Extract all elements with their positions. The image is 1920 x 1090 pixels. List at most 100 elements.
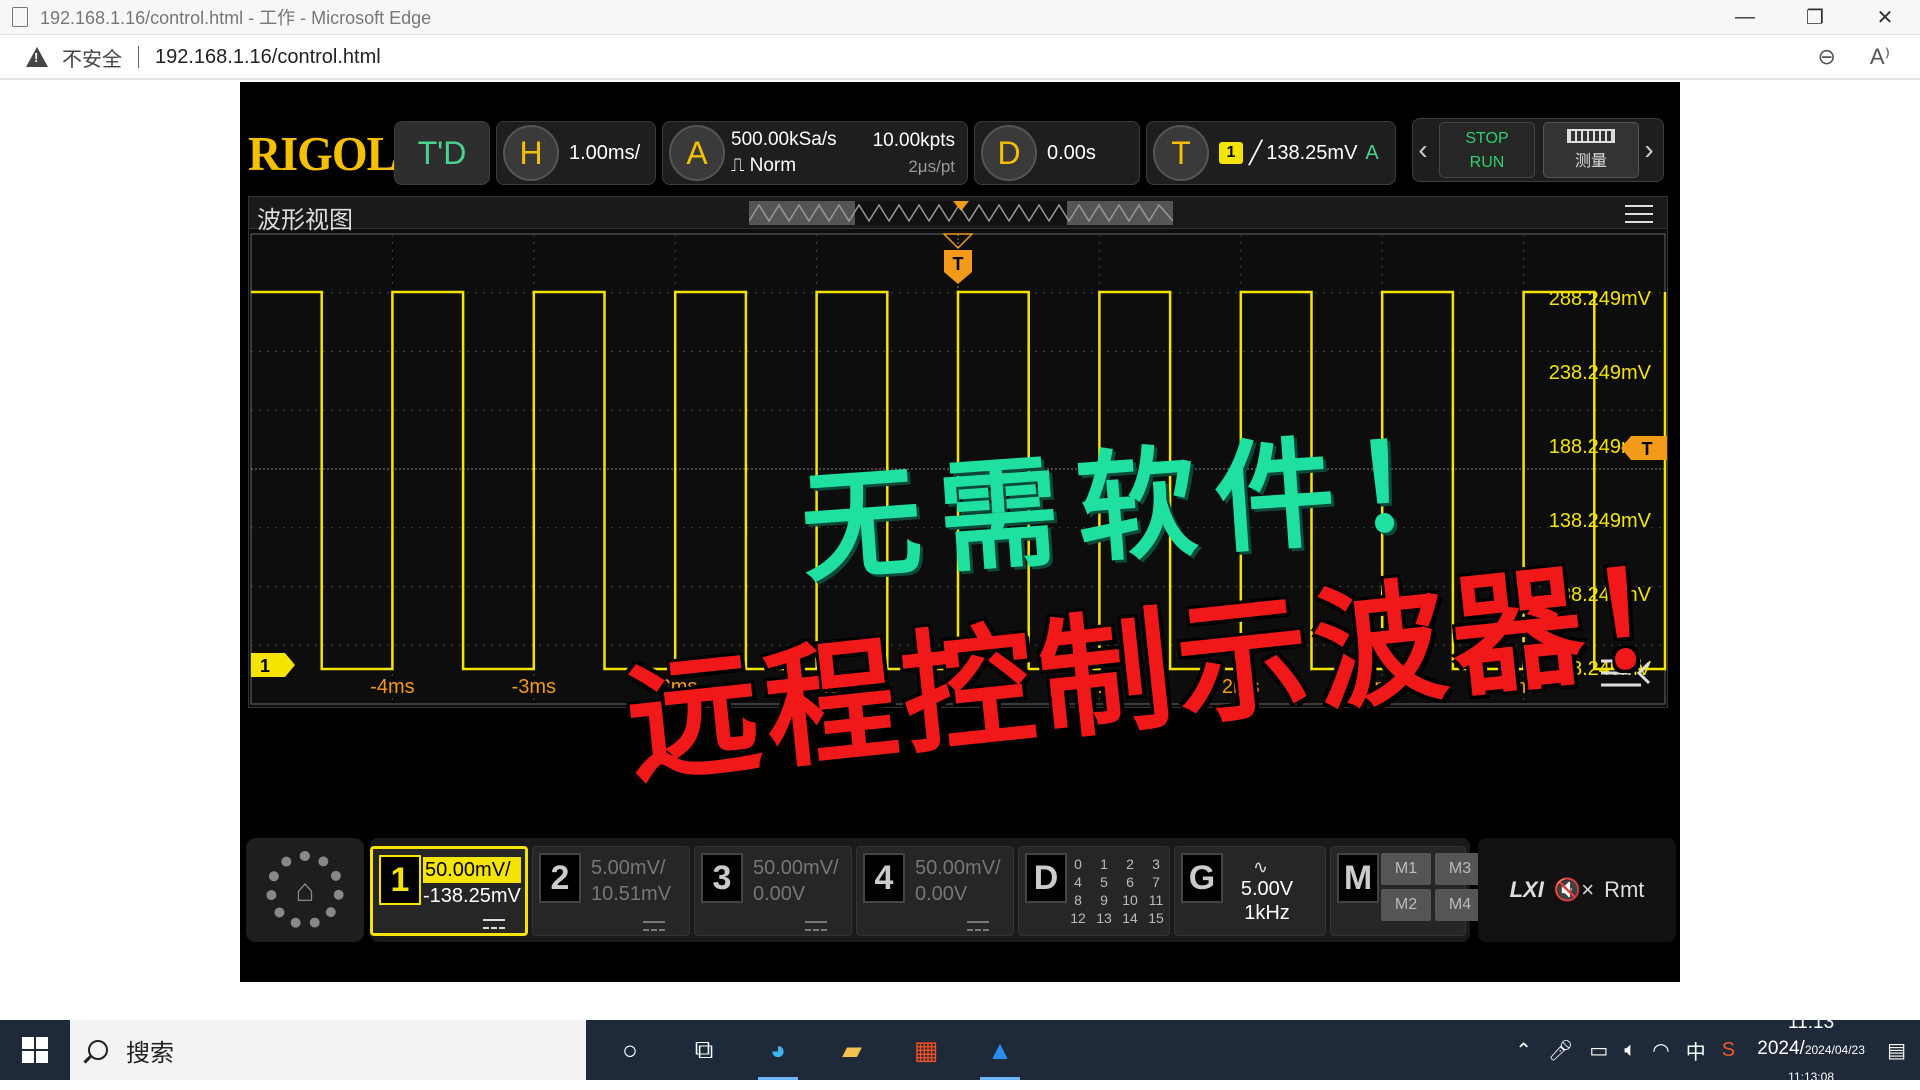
- channel-1-box[interactable]: 1 50.00mV/ -138.25mV: [370, 846, 528, 936]
- digital-bit-label: 8: [1074, 892, 1082, 908]
- windows-logo-icon: [22, 1037, 48, 1063]
- math-box[interactable]: M M1 M3 M2 M4: [1330, 846, 1485, 936]
- mode-button[interactable]: T'D: [394, 121, 490, 185]
- digital-bits: 0 1 2 3 4 5 6 7 8 9 10 11 12 13 14 15: [1065, 855, 1169, 927]
- clock-date: 2024/: [1757, 1038, 1805, 1059]
- math-slot-m1[interactable]: M1: [1381, 853, 1431, 885]
- search-placeholder: 搜索: [126, 1039, 174, 1067]
- dc-coupling-icon: [483, 919, 505, 929]
- battery-icon[interactable]: ▭: [1589, 1038, 1608, 1063]
- dc-coupling-icon: [643, 921, 665, 931]
- remote-indicator: Rmt: [1604, 877, 1645, 902]
- measure-button[interactable]: 测量: [1543, 122, 1639, 178]
- trigger-level-label: T: [1642, 439, 1653, 459]
- digital-bit-label: 3: [1152, 856, 1160, 872]
- channel-number: 3: [701, 853, 743, 903]
- security-label[interactable]: 不安全: [62, 43, 122, 72]
- generator-label: G: [1181, 853, 1223, 903]
- generator-box[interactable]: G ∿ 5.00V 1kHz: [1174, 846, 1326, 936]
- channel-2-box[interactable]: 2 5.00mV/ 10.51mV: [532, 846, 690, 936]
- wifi-icon[interactable]: ◠: [1652, 1038, 1669, 1063]
- trigger-panel[interactable]: T 1 ╱ 138.25mV A: [1146, 121, 1396, 185]
- digital-bit-label: 5: [1100, 874, 1108, 890]
- mute-icon[interactable]: 🔇×: [1554, 877, 1594, 903]
- digital-bit-label: 10: [1122, 892, 1138, 908]
- x-axis-label: -4ms: [370, 676, 414, 698]
- y-axis-label: 238.249mV: [1549, 362, 1652, 384]
- channel-1-marker-icon: [251, 653, 295, 677]
- chevron-up-icon[interactable]: ⌃: [1515, 1038, 1532, 1063]
- edge-icon[interactable]: ◕: [752, 1024, 804, 1080]
- address-bar: 不安全 192.168.1.16/control.html ⊖ A⁾: [0, 36, 1920, 80]
- ime-indicator[interactable]: 中: [1686, 1036, 1706, 1065]
- channel-offset: 0.00V: [915, 883, 968, 905]
- channel-offset: 0.00V: [753, 883, 806, 905]
- channel-scale: 5.00mV/: [591, 857, 666, 879]
- photos-icon[interactable]: ▲: [974, 1024, 1026, 1080]
- start-button[interactable]: [0, 1020, 70, 1080]
- taskbar-search[interactable]: 搜索: [70, 1020, 586, 1080]
- channel-1-marker-label: 1: [260, 656, 270, 676]
- sample-interval: 2μs/pt: [908, 157, 955, 176]
- measure-label: 测量: [1574, 153, 1607, 170]
- digital-box[interactable]: D 0 1 2 3 4 5 6 7 8 9 10 11 12 13 14 15: [1018, 846, 1170, 936]
- zoom-icon[interactable]: ⊖: [1817, 44, 1835, 70]
- channel-3-box[interactable]: 3 50.00mV/ 0.00V: [694, 846, 852, 936]
- cortana-icon[interactable]: ○: [604, 1024, 656, 1076]
- digital-bit-label: 4: [1074, 874, 1082, 890]
- warning-icon[interactable]: [26, 47, 48, 67]
- horizontal-panel[interactable]: H 1.00ms/: [496, 121, 656, 185]
- task-view-icon[interactable]: ⧉: [678, 1024, 730, 1076]
- acquire-panel[interactable]: A 500.00kSa/s ⎍ Norm 10.00kpts 2μs/pt: [662, 121, 968, 185]
- clock-time: 11:13: [1788, 1012, 1835, 1033]
- close-button[interactable]: ✕: [1850, 0, 1920, 35]
- store-icon[interactable]: ▦: [900, 1024, 952, 1076]
- channel-scale: 50.00mV/: [423, 857, 521, 883]
- horizontal-icon: H: [503, 125, 559, 181]
- prev-arrow-icon[interactable]: ‹: [1413, 134, 1433, 166]
- run-label: RUN: [1469, 154, 1505, 171]
- address-separator: [138, 46, 139, 68]
- notification-icon[interactable]: ▤: [1887, 1038, 1906, 1063]
- volume-icon[interactable]: 🔈︎: [1624, 1039, 1636, 1062]
- taskbar-clock[interactable]: 11:13 2024/2024/04/23 11:13:08: [1751, 1010, 1871, 1090]
- url-field[interactable]: 192.168.1.16/control.html: [155, 46, 381, 69]
- generator-amplitude: 5.00V: [1240, 878, 1294, 900]
- minimize-button[interactable]: —: [1710, 0, 1780, 35]
- digital-bit-label: 2: [1126, 856, 1134, 872]
- acquire-icon: A: [669, 125, 725, 181]
- digital-label: D: [1025, 853, 1067, 903]
- acq-mode: Norm: [749, 155, 797, 176]
- math-label: M: [1337, 853, 1379, 903]
- x-axis-label: -3ms: [512, 676, 556, 698]
- page-icon: [12, 7, 28, 27]
- trigger-marker-label: T: [953, 254, 964, 274]
- gear-icon: ⌂: [266, 851, 344, 929]
- digital-bit-label: 13: [1096, 910, 1112, 926]
- memory-depth: 10.00kpts: [872, 130, 955, 151]
- digital-bit-label: 11: [1148, 892, 1164, 908]
- dc-coupling-icon: [967, 921, 989, 931]
- read-aloud-icon[interactable]: A⁾: [1870, 44, 1890, 70]
- waveform-overview[interactable]: [748, 201, 1174, 225]
- delay-value: 0.00s: [1047, 141, 1096, 164]
- delay-panel[interactable]: D 0.00s: [974, 121, 1140, 185]
- channel-4-box[interactable]: 4 50.00mV/ 0.00V: [856, 846, 1014, 936]
- window-title: 192.168.1.16/control.html - 工作 - Microso…: [40, 8, 432, 28]
- next-arrow-icon[interactable]: ›: [1639, 134, 1659, 166]
- stop-run-button[interactable]: STOP RUN: [1439, 122, 1535, 178]
- restore-button[interactable]: ❐: [1780, 0, 1850, 35]
- settings-button[interactable]: ⌂: [246, 838, 364, 942]
- sogou-icon[interactable]: S: [1722, 1039, 1735, 1062]
- menu-icon[interactable]: [1625, 205, 1653, 223]
- acq-mode-icon: ⎍: [731, 155, 750, 176]
- scope-bottombar: ⌂ 1 50.00mV/ -138.25mV 2 5.00mV/ 10.51mV: [246, 838, 1676, 942]
- microphone-icon[interactable]: 🎤︎: [1548, 1038, 1573, 1063]
- stop-label: STOP: [1465, 130, 1509, 147]
- search-icon: [88, 1040, 108, 1060]
- math-slot-m2[interactable]: M2: [1381, 889, 1431, 921]
- control-group: ‹ STOP RUN 测量 ›: [1412, 118, 1664, 182]
- file-explorer-icon[interactable]: ▰: [826, 1024, 878, 1076]
- trigger-level: 138.25mV: [1266, 141, 1358, 164]
- overview-trace: [748, 201, 1174, 225]
